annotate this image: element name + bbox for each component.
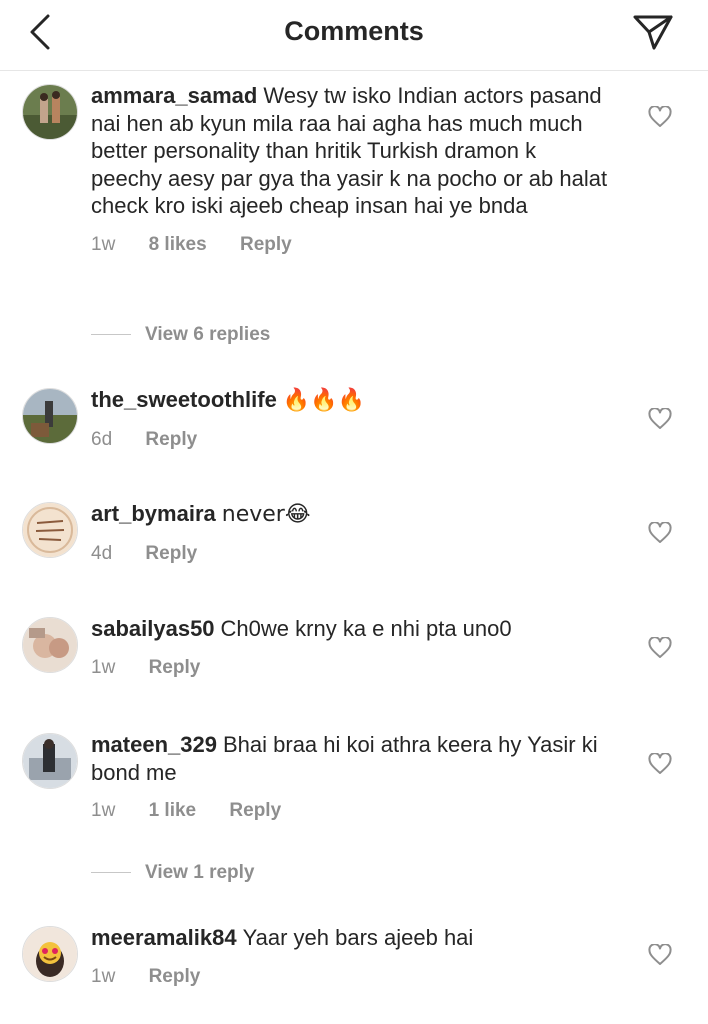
comment-meta: 4d Reply xyxy=(91,543,611,565)
comment-username[interactable]: art_bymaira xyxy=(91,501,216,526)
header-bar: Comments xyxy=(0,0,708,71)
comment-meta: 1w 1 like Reply xyxy=(91,800,611,822)
comment-meta: 1w 8 likes Reply xyxy=(91,234,611,256)
avatar[interactable] xyxy=(22,733,78,789)
comment-body: Ch0we krny ka e nhi pta uno0 xyxy=(220,616,512,641)
reply-button[interactable]: Reply xyxy=(149,657,201,679)
comment-text: the_sweetoothlife 🔥🔥🔥 xyxy=(91,386,611,415)
comment-text: art_bymaira never😂 xyxy=(91,500,611,529)
replies-divider xyxy=(91,872,131,874)
comment-time: 1w xyxy=(91,965,116,987)
comment-username[interactable]: sabailyas50 xyxy=(91,616,215,641)
comment-text: sabailyas50 Ch0we krny ka e nhi pta uno0 xyxy=(91,615,611,643)
like-button[interactable] xyxy=(648,105,672,128)
avatar[interactable] xyxy=(22,84,78,140)
comment-time: 6d xyxy=(91,428,113,450)
comment-time: 1w xyxy=(91,656,116,678)
reply-button[interactable]: Reply xyxy=(145,429,197,451)
share-button[interactable] xyxy=(632,12,674,52)
replies-divider xyxy=(91,334,131,336)
heart-icon xyxy=(648,636,672,658)
comment-meta: 1w Reply xyxy=(91,966,611,988)
comment-text: ammara_samad Wesy tw isko Indian actors p… xyxy=(91,82,611,220)
paper-plane-icon xyxy=(633,15,673,50)
like-button[interactable] xyxy=(648,943,672,966)
comment-body: 🔥🔥🔥 xyxy=(282,388,365,413)
heart-icon xyxy=(648,407,672,429)
comment-username[interactable]: ammara_samad xyxy=(91,83,257,108)
page-title: Comments xyxy=(284,16,424,46)
comment-time: 1w xyxy=(91,800,116,822)
avatar[interactable] xyxy=(22,926,78,982)
like-button[interactable] xyxy=(648,636,672,659)
reply-button[interactable]: Reply xyxy=(145,543,197,565)
view-replies-button[interactable]: View 6 replies xyxy=(91,324,270,346)
comment-body: never😂 xyxy=(221,502,311,527)
comment-body: Yaar yeh bars ajeeb hai xyxy=(242,925,474,950)
comment-username[interactable]: mateen_329 xyxy=(91,732,217,757)
heart-icon xyxy=(648,752,672,774)
avatar[interactable] xyxy=(22,502,78,558)
like-button[interactable] xyxy=(648,407,672,430)
comment-username[interactable]: meeramalik84 xyxy=(91,925,237,950)
avatar[interactable] xyxy=(22,388,78,444)
heart-icon xyxy=(648,943,672,965)
likes-count[interactable]: 8 likes xyxy=(149,234,207,256)
comment-time: 4d xyxy=(91,542,113,564)
view-replies-button[interactable]: View 1 reply xyxy=(91,862,255,884)
heart-icon xyxy=(648,521,672,543)
reply-button[interactable]: Reply xyxy=(229,800,281,822)
view-replies-label: View 6 replies xyxy=(145,324,271,345)
reply-button[interactable]: Reply xyxy=(149,966,201,988)
avatar[interactable] xyxy=(22,617,78,673)
like-button[interactable] xyxy=(648,521,672,544)
like-button[interactable] xyxy=(648,752,672,775)
comment-text: mateen_329 Bhai braa hi koi athra keera h… xyxy=(91,731,611,786)
reply-button[interactable]: Reply xyxy=(240,234,292,256)
comment-username[interactable]: the_sweetoothlife xyxy=(91,387,277,412)
comment-meta: 1w Reply xyxy=(91,657,611,679)
view-replies-label: View 1 reply xyxy=(145,862,255,883)
comment-time: 1w xyxy=(91,233,116,255)
heart-icon xyxy=(648,105,672,127)
comment-meta: 6d Reply xyxy=(91,429,611,451)
likes-count[interactable]: 1 like xyxy=(149,800,197,822)
comment-text: meeramalik84 Yaar yeh bars ajeeb hai xyxy=(91,924,611,952)
